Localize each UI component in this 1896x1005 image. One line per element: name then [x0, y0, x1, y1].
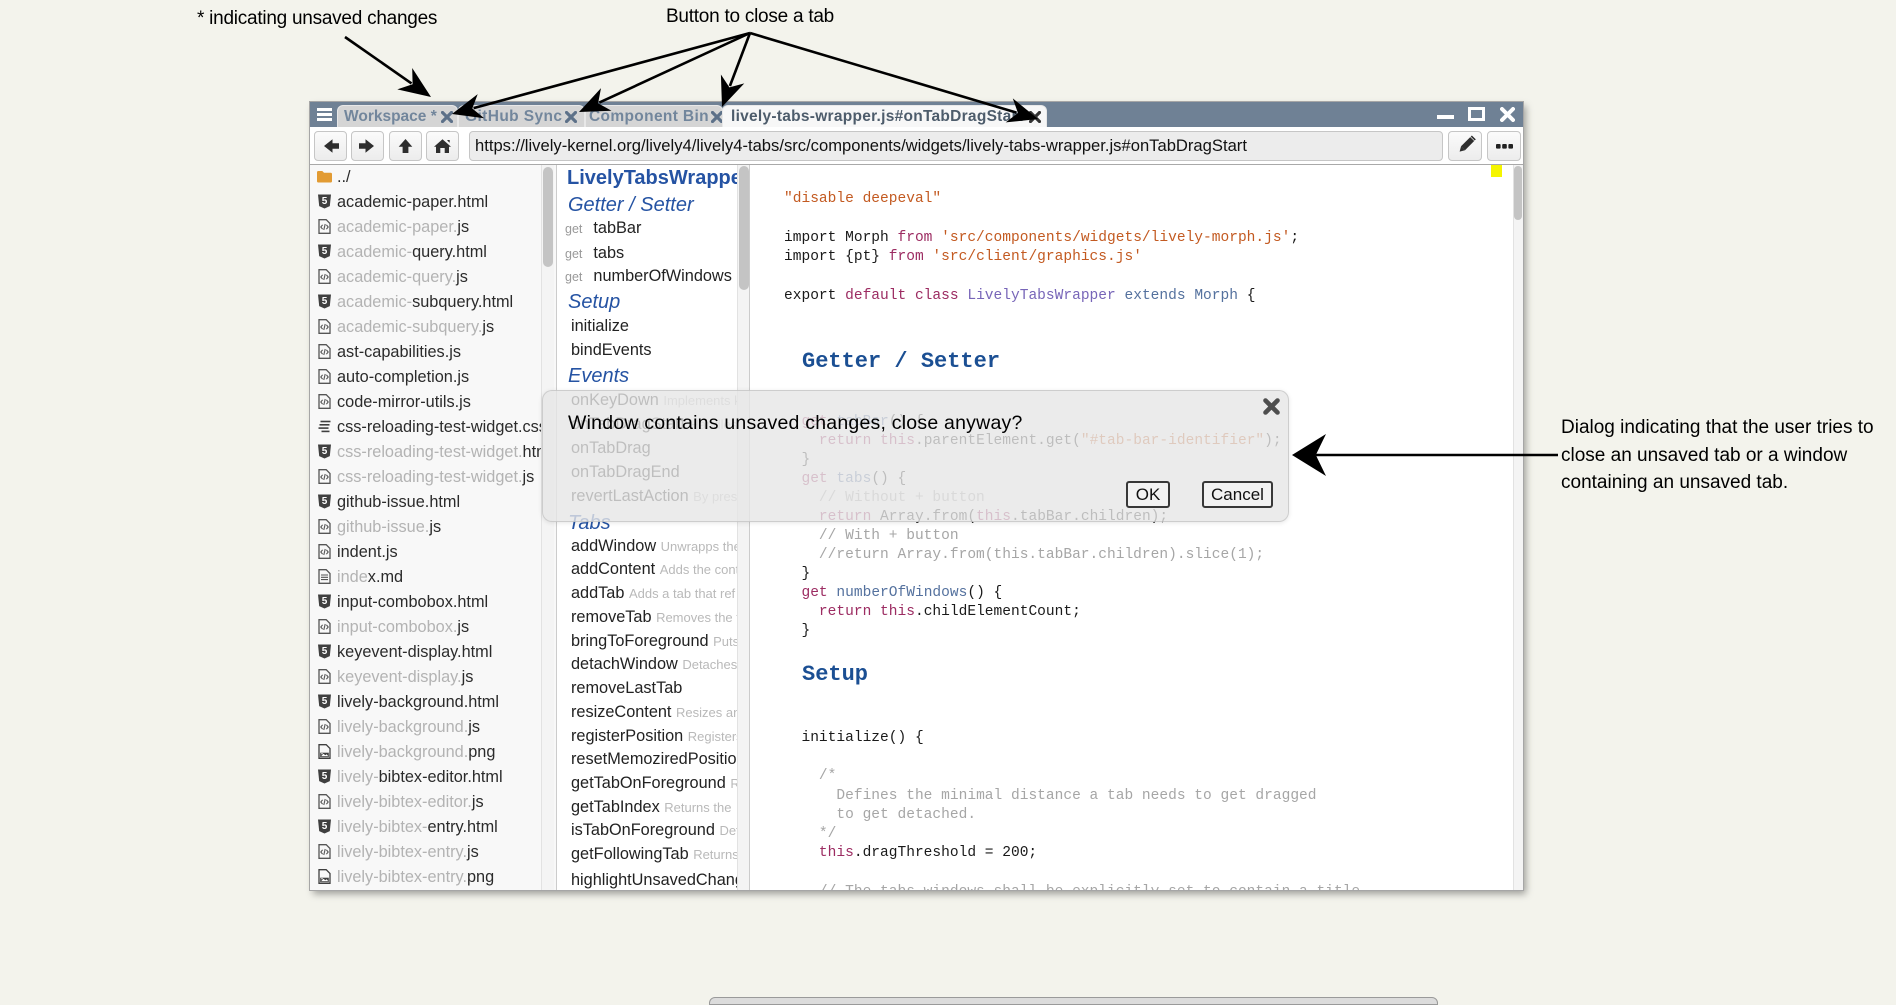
svg-text:5: 5: [322, 246, 328, 257]
svg-text:5: 5: [322, 496, 328, 507]
svg-text:5: 5: [322, 696, 328, 707]
svg-text:5: 5: [322, 446, 328, 457]
svg-text:5: 5: [322, 821, 328, 832]
svg-text:5: 5: [322, 771, 328, 782]
svg-text:5: 5: [322, 196, 328, 207]
svg-text:5: 5: [322, 296, 328, 307]
svg-text:5: 5: [322, 646, 328, 657]
svg-text:5: 5: [322, 596, 328, 607]
